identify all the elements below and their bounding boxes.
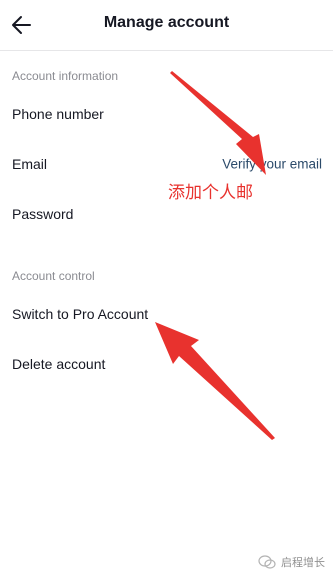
switch-to-pro-account-row[interactable]: Switch to Pro Account: [0, 294, 333, 334]
password-label: Password: [12, 206, 74, 222]
email-row[interactable]: Email Verify your email: [0, 144, 333, 184]
phone-number-label: Phone number: [12, 106, 104, 122]
watermark-text: 启程增长: [281, 556, 325, 569]
switch-to-pro-account-label: Switch to Pro Account: [12, 306, 149, 322]
delete-account-label: Delete account: [12, 356, 106, 372]
page-title: Manage account: [103, 14, 230, 31]
top-bar: Manage account: [0, 0, 333, 51]
password-row[interactable]: Password: [0, 194, 333, 234]
email-label: Email: [12, 156, 48, 172]
phone-number-row[interactable]: Phone number: [0, 94, 333, 134]
wechat-icon: [258, 555, 276, 569]
watermark: 启程增长: [258, 554, 325, 570]
section-header-account-control: Account control: [12, 269, 95, 283]
verify-email-link[interactable]: Verify your email: [222, 157, 322, 172]
annotation-arrows: [155, 71, 275, 440]
annotation-text: 添加个人邮: [168, 183, 253, 203]
delete-account-row[interactable]: Delete account: [0, 344, 333, 384]
section-header-account-information: Account information: [12, 69, 119, 83]
